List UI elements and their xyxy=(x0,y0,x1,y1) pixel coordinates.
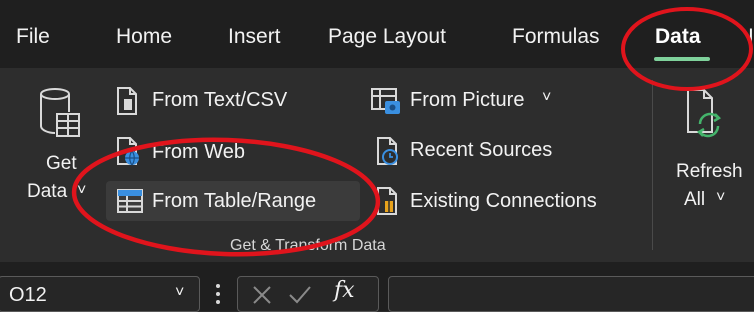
recent-file-icon xyxy=(374,136,402,166)
get-data-label-line1: Get xyxy=(46,153,77,174)
from-table-range-button[interactable]: From Table/Range xyxy=(106,181,360,221)
refresh-all-label-line2: All xyxy=(684,189,706,210)
text-file-icon xyxy=(114,86,140,116)
name-box[interactable]: O12 ˅ xyxy=(0,276,200,312)
from-picture-label: From Picture xyxy=(410,89,525,111)
name-box-value: O12 xyxy=(9,284,47,306)
insert-function-icon[interactable]: fx xyxy=(334,279,355,303)
refresh-all-label-line1: Refresh xyxy=(676,161,743,182)
get-data-label-line2: Data xyxy=(27,181,68,202)
chevron-down-icon: ˅ xyxy=(716,189,726,206)
from-web-label: From Web xyxy=(152,141,245,163)
tab-home[interactable]: Home xyxy=(116,24,172,50)
refresh-all-button[interactable]: Refresh All ˅ xyxy=(670,86,754,216)
picture-table-icon xyxy=(370,86,402,116)
tab-data[interactable]: Data xyxy=(655,24,701,50)
table-icon xyxy=(116,187,144,215)
existing-connections-label: Existing Connections xyxy=(410,190,597,212)
tab-page-layout[interactable]: Page Layout xyxy=(328,24,446,50)
formula-input[interactable] xyxy=(388,276,754,312)
ribbon-tab-bar: File Home Insert Page Layout Formulas Da… xyxy=(0,0,754,68)
get-data-button[interactable]: Get Data ˅ xyxy=(20,86,92,206)
chevron-down-icon: ˅ xyxy=(542,89,552,106)
recent-sources-button[interactable]: Recent Sources xyxy=(374,134,574,168)
chevron-down-icon[interactable]: ˅ xyxy=(175,281,184,305)
tab-insert[interactable]: Insert xyxy=(228,24,281,50)
from-text-csv-button[interactable]: From Text/CSV xyxy=(114,84,324,118)
tab-file[interactable]: File xyxy=(16,24,50,50)
refresh-icon xyxy=(684,88,726,142)
from-text-csv-label: From Text/CSV xyxy=(152,89,288,111)
database-table-icon xyxy=(38,86,84,142)
tab-formulas[interactable]: Formulas xyxy=(512,24,600,50)
from-picture-button[interactable]: From Picture ˅ xyxy=(370,84,570,118)
existing-connections-button[interactable]: Existing Connections xyxy=(374,184,634,218)
from-web-button[interactable]: From Web xyxy=(114,134,284,168)
recent-sources-label: Recent Sources xyxy=(410,139,553,161)
confirm-check-icon[interactable] xyxy=(288,285,312,305)
group-divider xyxy=(652,80,653,250)
formula-controls: fx xyxy=(237,276,379,312)
connections-file-icon xyxy=(374,186,402,216)
from-table-range-label: From Table/Range xyxy=(152,190,317,212)
group-label-get-transform-data: Get & Transform Data xyxy=(230,237,386,254)
chevron-down-icon: ˅ xyxy=(77,182,87,199)
active-tab-indicator xyxy=(654,57,710,61)
web-file-icon xyxy=(114,136,142,166)
vertical-ellipsis-icon[interactable] xyxy=(214,282,222,306)
cancel-x-icon[interactable] xyxy=(252,285,272,305)
tab-next-partial[interactable]: I xyxy=(748,24,754,50)
